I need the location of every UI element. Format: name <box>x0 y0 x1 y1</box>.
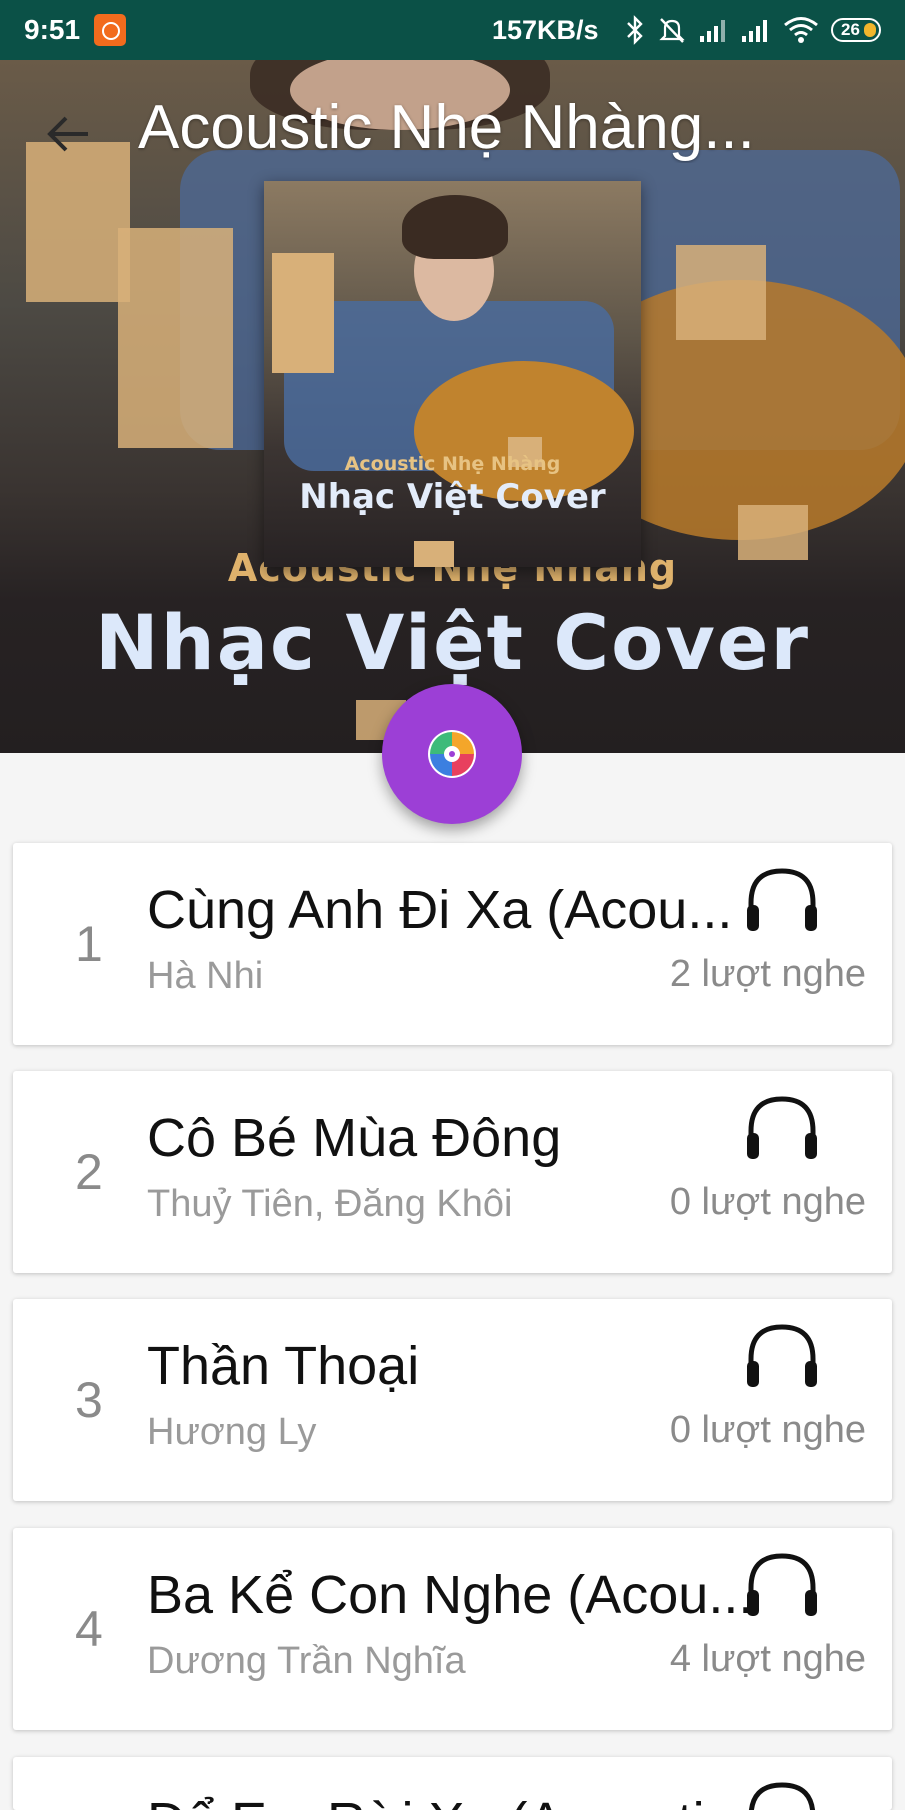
song-title: Cô Bé Mùa Đông <box>147 1108 562 1168</box>
song-title: Ba Kể Con Nghe (Acou... <box>147 1565 754 1625</box>
signal-icon <box>700 20 725 42</box>
bluetooth-icon <box>627 15 643 45</box>
headphone-icon <box>747 1324 817 1387</box>
song-play-count: 4 lượt nghe <box>669 1638 866 1680</box>
battery-icon: 26 <box>831 18 881 42</box>
network-speed: 157KB/s <box>492 15 599 45</box>
song-title: Cùng Anh Đi Xa (Acou... <box>147 880 733 940</box>
song-play-count: 2 lượt nghe <box>669 953 866 995</box>
play-all-button[interactable] <box>382 684 522 824</box>
headphone-icon <box>747 1096 817 1159</box>
song-item[interactable]: 1 Cùng Anh Đi Xa (Acou... Hà Nhi 2 lượt … <box>13 843 892 1045</box>
status-bar: 9:51 157KB/s 26 <box>0 0 905 60</box>
song-title: Để Em Rời Xa (Acoustic <box>147 1791 767 1810</box>
cover-title: Nhạc Việt Cover <box>299 477 606 517</box>
playlist-header: Acoustic Nhẹ Nhàng... Acoustic Nhẹ Nhàng… <box>0 60 905 753</box>
playlist-title: Acoustic Nhẹ Nhàng... <box>138 93 755 162</box>
background-title: Nhạc Việt Cover <box>95 598 810 687</box>
song-artist: Thuỷ Tiên, Đăng Khôi <box>147 1183 513 1225</box>
headphone-icon <box>748 1782 816 1810</box>
wifi-icon <box>784 17 818 43</box>
song-item[interactable]: 3 Thần Thoại Hương Ly 0 lượt nghe <box>13 1299 892 1501</box>
mute-icon <box>659 18 685 43</box>
song-title: Thần Thoại <box>147 1336 420 1396</box>
playlist-cover-art: Acoustic Nhẹ Nhàng Nhạc Việt Cover <box>264 181 641 567</box>
app-notification-icon <box>94 14 126 46</box>
signal-icon <box>742 20 767 42</box>
cover-subtitle: Acoustic Nhẹ Nhàng <box>344 453 561 475</box>
status-icons: 26 <box>625 12 881 48</box>
back-button[interactable] <box>44 108 96 160</box>
headphone-icon <box>747 868 817 931</box>
battery-level: 26 <box>841 20 860 39</box>
song-artist: Dương Trần Nghĩa <box>147 1640 466 1682</box>
song-artist: Hương Ly <box>147 1411 317 1453</box>
song-item[interactable]: 4 Ba Kể Con Nghe (Acou... Dương Trần Ngh… <box>13 1528 892 1730</box>
song-index: 4 <box>75 1601 103 1657</box>
song-index: 3 <box>75 1372 103 1428</box>
song-index: 1 <box>75 916 103 972</box>
song-item[interactable]: Để Em Rời Xa (Acoustic <box>13 1757 892 1810</box>
song-item[interactable]: 2 Cô Bé Mùa Đông Thuỷ Tiên, Đăng Khôi 0 … <box>13 1071 892 1273</box>
music-disc-icon <box>428 730 476 778</box>
song-index: 2 <box>75 1144 103 1200</box>
headphone-icon <box>747 1553 817 1616</box>
song-artist: Hà Nhi <box>147 955 264 997</box>
song-play-count: 0 lượt nghe <box>669 1409 866 1451</box>
song-play-count: 0 lượt nghe <box>669 1181 866 1223</box>
status-time: 9:51 <box>24 14 81 45</box>
